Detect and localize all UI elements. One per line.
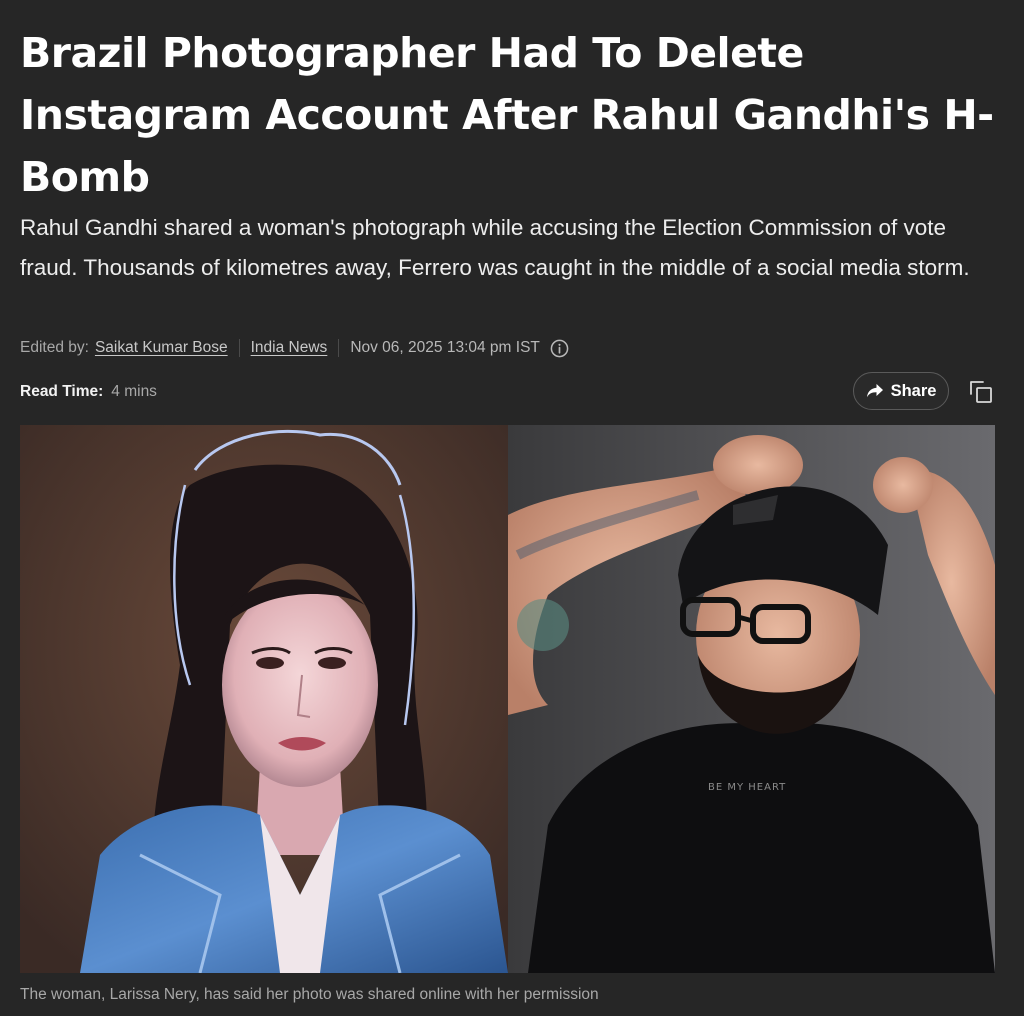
copy-button[interactable] (966, 377, 996, 407)
article: Brazil Photographer Had To Delete Instag… (0, 0, 1024, 1016)
read-time: Read Time: 4 mins (20, 380, 157, 404)
edited-by-label: Edited by: (20, 339, 89, 356)
editor-link[interactable]: Saikat Kumar Bose (95, 339, 228, 357)
info-circle-icon[interactable] (550, 339, 569, 358)
copy-icon (968, 379, 994, 405)
share-button[interactable]: Share (853, 372, 949, 410)
image-caption: The woman, Larissa Nery, has said her ph… (20, 986, 599, 1003)
byline: Edited by: Saikat Kumar Bose India News … (20, 336, 569, 360)
share-arrow-icon (866, 383, 884, 399)
article-summary: Rahul Gandhi shared a woman's photograph… (20, 215, 970, 280)
headline: Brazil Photographer Had To Delete Instag… (20, 29, 994, 201)
divider (238, 339, 240, 357)
svg-text:BE MY HEART: BE MY HEART (708, 782, 786, 793)
article-hero-image: BE MY HEART (20, 425, 995, 973)
category-link[interactable]: India News (251, 339, 328, 357)
publish-datetime: Nov 06, 2025 13:04 pm IST (350, 339, 540, 356)
divider (338, 339, 340, 357)
woman-portrait (20, 425, 508, 973)
read-time-value: 4 mins (111, 383, 157, 400)
share-label: Share (890, 381, 937, 400)
man-portrait: BE MY HEART (508, 425, 995, 973)
read-time-label: Read Time: (20, 383, 104, 400)
